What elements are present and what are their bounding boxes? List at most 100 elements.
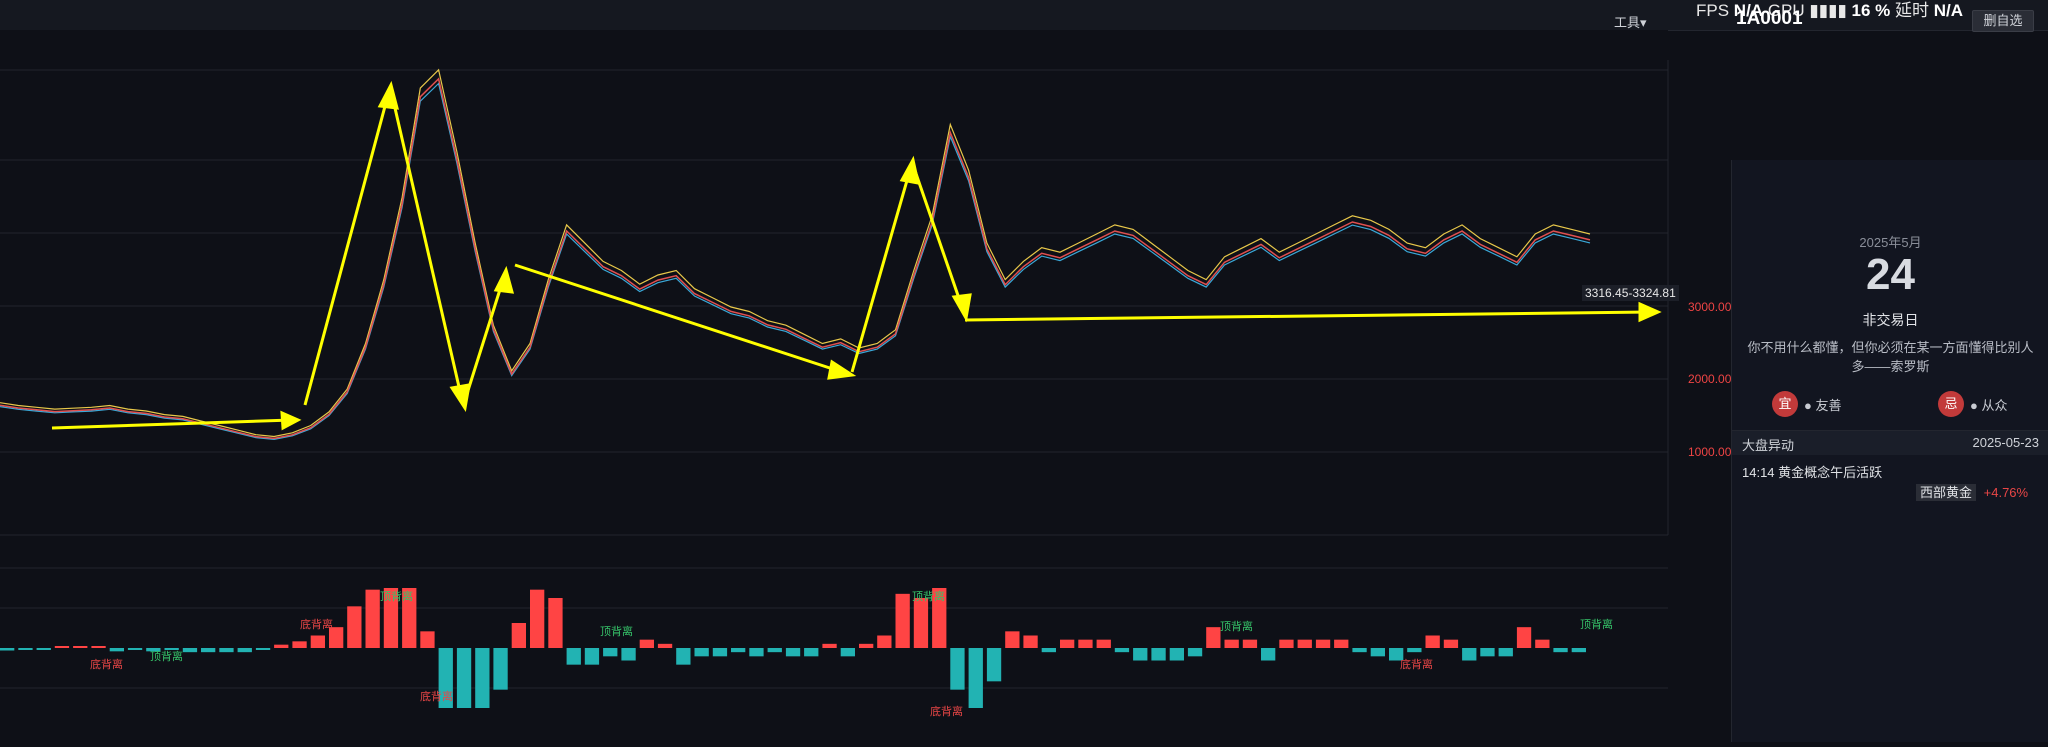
tag-yi: 宜 ● 友善 xyxy=(1772,390,1841,418)
indicator-bar xyxy=(530,589,545,648)
indicator-bar xyxy=(164,648,179,650)
indicator-bar xyxy=(1242,639,1258,648)
indicator-bar xyxy=(1187,648,1203,657)
indicator-bar xyxy=(1224,639,1239,648)
indicator-bar xyxy=(968,648,983,708)
indicator-bar xyxy=(603,648,618,657)
indicator-bar xyxy=(1041,648,1056,653)
calendar-month: 2025年5月 xyxy=(1859,235,1922,250)
stock-change: +4.76% xyxy=(1983,485,2029,500)
indicator-bar xyxy=(1151,648,1166,661)
indicator-bar xyxy=(1535,639,1550,648)
indicator-bar xyxy=(1334,639,1349,648)
indicator-bar xyxy=(127,648,143,650)
indicator-bar xyxy=(54,646,70,648)
indicator-bar xyxy=(731,648,746,653)
indicator-bar xyxy=(950,648,965,690)
indicator-bar xyxy=(1516,627,1532,648)
stock-chip[interactable]: 西部黄金 +4.76% xyxy=(1916,482,2028,501)
indicator-bar xyxy=(255,648,271,650)
indicator-bar xyxy=(1114,648,1130,653)
indicator-bar xyxy=(548,598,563,648)
indicator-bar xyxy=(1443,639,1459,648)
indicator-label: 顶背离 xyxy=(600,624,633,638)
indicator-bar xyxy=(1169,648,1184,661)
trading-status: 非交易日 xyxy=(1862,312,1919,328)
indicator-bar xyxy=(877,635,892,648)
news-time: 14:14 xyxy=(1742,465,1775,480)
yi-icon: 宜 xyxy=(1772,391,1798,417)
right-panel: 2025年5月 24 非交易日 你不用什么都懂，但你必须在某一方面懂得比别人多—… xyxy=(1731,160,2048,742)
tag-label: ● 从众 xyxy=(1970,397,2008,413)
calendar-day: 24 xyxy=(1866,250,1915,299)
indicator-bar xyxy=(347,606,362,648)
indicator-bar xyxy=(1261,648,1276,661)
indicator-bar xyxy=(237,648,252,653)
indicator-bar xyxy=(1498,648,1513,657)
indicator-bar xyxy=(1480,648,1495,657)
indicator-bar xyxy=(0,648,15,651)
indicator-bar xyxy=(1571,648,1586,653)
indicator-bar xyxy=(1206,627,1221,648)
indicator-bar xyxy=(36,648,51,650)
indicator-bar xyxy=(73,646,88,648)
news-text: 黄金概念午后活跃 xyxy=(1778,465,1883,480)
y-axis-label: 1000.00 xyxy=(1688,445,1732,459)
indicator-bar xyxy=(219,648,234,653)
indicator-label: 顶背离 xyxy=(912,589,945,603)
indicator-bar xyxy=(18,648,33,650)
indicator-bar xyxy=(694,648,709,657)
indicator-bar xyxy=(859,643,874,648)
indicator-bar xyxy=(91,646,106,648)
indicator-label: 底背离 xyxy=(300,617,333,631)
indicator-bar xyxy=(201,648,216,653)
indicator-bar xyxy=(456,648,472,708)
section-date: 2025-05-23 xyxy=(1972,435,2040,450)
indicator-bar xyxy=(1425,635,1440,648)
indicator-bar xyxy=(1297,639,1312,648)
news-item[interactable]: 14:14 黄金概念午后活跃 xyxy=(1742,462,1882,481)
indicator-bar xyxy=(804,648,819,657)
price-chart: 底背离顶背离底背离顶背离底背离顶背离顶背离底背离顶背离底背离顶背离 xyxy=(0,30,1669,718)
indicator-bar xyxy=(475,648,490,708)
indicator-bar xyxy=(566,648,581,665)
indicator-label: 底背离 xyxy=(930,704,963,718)
indicator-label: 底背离 xyxy=(420,689,453,703)
indicator-bar xyxy=(310,635,325,648)
indicator-bar xyxy=(292,641,307,648)
indicator-bar xyxy=(1078,639,1093,648)
indicator-bar xyxy=(1315,639,1331,648)
indicator-bar xyxy=(676,648,691,665)
stock-name: 西部黄金 xyxy=(1916,484,1977,501)
indicator-label: 底背离 xyxy=(90,657,123,671)
y-axis-label: 3000.00 xyxy=(1688,300,1732,314)
indicator-bar xyxy=(621,648,636,661)
indicator-bar xyxy=(767,648,782,653)
indicator-label: 顶背离 xyxy=(150,649,183,663)
indicator-bar xyxy=(1407,648,1422,653)
tag-label: ● 友善 xyxy=(1804,397,1842,413)
price-range-tip: 3316.45-3324.81 xyxy=(1582,285,1679,301)
indicator-bar xyxy=(182,648,198,653)
indicator-bar xyxy=(511,623,526,648)
indicator-label: 顶背离 xyxy=(380,589,413,603)
indicator-bar xyxy=(1462,648,1477,661)
indicator-bar xyxy=(639,639,654,648)
indicator-bar xyxy=(1060,639,1075,648)
section-title: 大盘异动 xyxy=(1742,438,1795,453)
indicator-label: 顶背离 xyxy=(1220,619,1253,633)
indicator-bar xyxy=(822,643,837,648)
ji-icon: 忌 xyxy=(1938,391,1964,417)
indicator-bar xyxy=(1096,639,1111,648)
tag-ji: 忌 ● 从众 xyxy=(1938,390,2007,418)
chart-area[interactable]: 底背离 顶背离 底背离 顶背离 底背离 顶背离 顶背离 底背离 顶背离 底背离 顶背离 xyxy=(0,0,1735,742)
indicator-bar xyxy=(1005,631,1020,648)
market-alert-header: 大盘异动 2025-05-23 xyxy=(1732,430,2048,455)
indicator-bar xyxy=(493,648,508,690)
indicator-bar xyxy=(840,648,855,657)
indicator-bar xyxy=(1279,639,1294,648)
indicator-bar xyxy=(1023,635,1038,648)
indicator-bar xyxy=(749,648,764,657)
delete-watchlist-button[interactable]: 删自选 xyxy=(1972,10,2034,32)
indicator-bar xyxy=(657,643,673,648)
